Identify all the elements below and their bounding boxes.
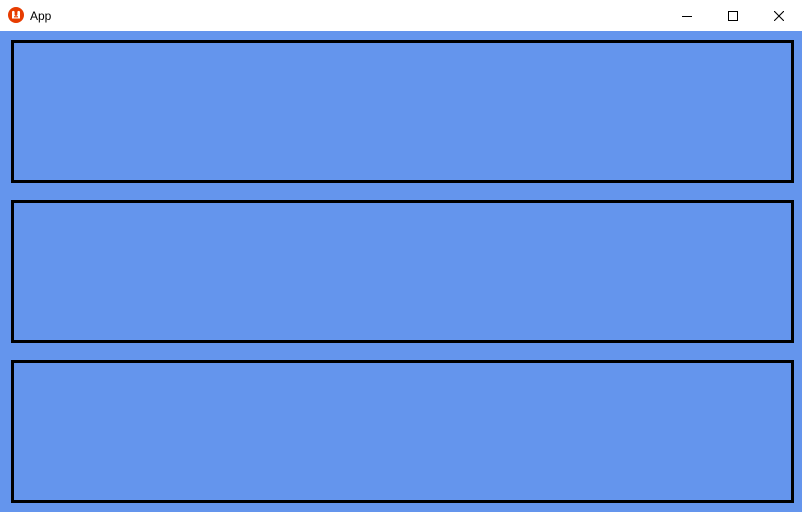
panel-middle bbox=[11, 200, 794, 343]
close-button[interactable] bbox=[756, 0, 802, 31]
maximize-button[interactable] bbox=[710, 0, 756, 31]
title-bar[interactable]: App bbox=[0, 0, 802, 31]
window-title: App bbox=[30, 9, 52, 23]
app-window: App bbox=[0, 0, 802, 512]
maximize-icon bbox=[728, 10, 738, 21]
minimize-button[interactable] bbox=[664, 0, 710, 31]
game-viewport[interactable] bbox=[0, 31, 802, 512]
monogame-logo-icon bbox=[8, 7, 24, 23]
panel-bottom bbox=[11, 360, 794, 503]
minimize-icon bbox=[682, 11, 692, 21]
panel-top bbox=[11, 40, 794, 183]
close-icon bbox=[774, 10, 784, 21]
